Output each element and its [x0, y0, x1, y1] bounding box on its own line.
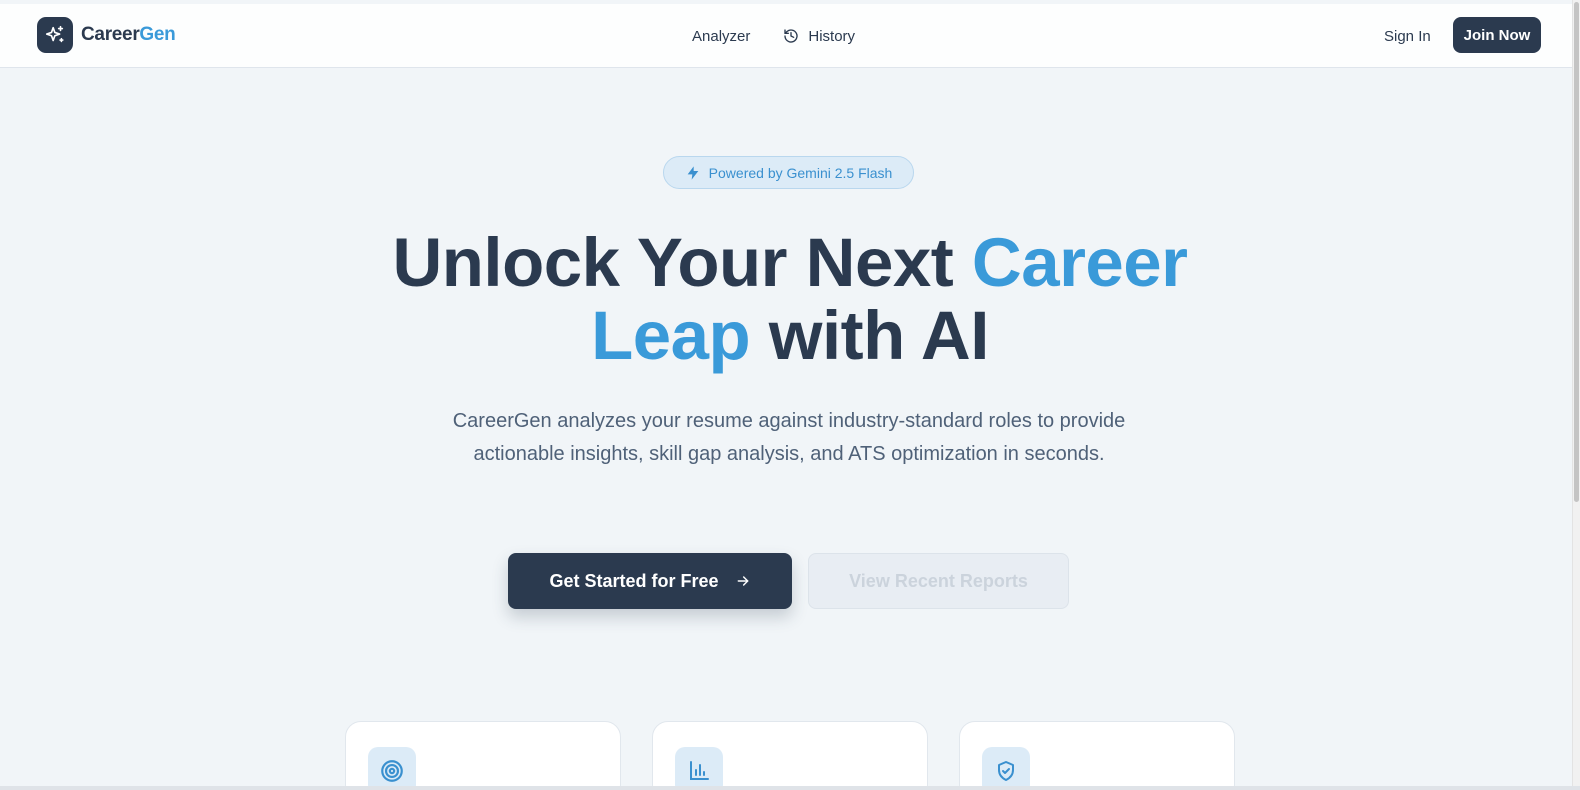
hero-title-text-2: with AI: [750, 297, 990, 374]
powered-by-badge: Powered by Gemini 2.5 Flash: [663, 156, 914, 189]
hero-title-accent-2: Leap: [591, 297, 751, 374]
feature-card: [959, 721, 1235, 790]
main-nav: Analyzer History: [692, 4, 855, 68]
view-recent-reports-button[interactable]: View Recent Reports: [808, 553, 1069, 609]
get-started-label: Get Started for Free: [549, 570, 719, 591]
feature-card: [345, 721, 621, 790]
hero-title-text-1: Unlock Your Next: [392, 224, 972, 301]
bar-chart-icon: [675, 747, 723, 790]
badge-label: Powered by Gemini 2.5 Flash: [708, 164, 893, 181]
shield-check-icon: [982, 747, 1030, 790]
arrow-right-icon: [737, 576, 748, 586]
nav-link-analyzer-label: Analyzer: [692, 27, 751, 45]
get-started-button[interactable]: Get Started for Free: [508, 553, 792, 609]
feature-card: [652, 721, 928, 790]
nav-link-analyzer[interactable]: Analyzer: [692, 28, 750, 45]
nav-link-history[interactable]: History: [783, 28, 855, 45]
sparkles-icon: [37, 17, 73, 53]
lightning-icon: [687, 165, 699, 180]
brand[interactable]: CareerGen: [37, 17, 176, 53]
bottom-edge: [0, 786, 1580, 790]
hero-title: Unlock Your Next Career Leap with AI: [0, 226, 1580, 372]
hero-title-line1: Unlock Your Next Career: [392, 224, 1188, 301]
sign-in-link[interactable]: Sign In: [1384, 4, 1431, 68]
hero-title-line2: Leap with AI: [591, 297, 989, 374]
nav-link-history-label: History: [808, 27, 856, 45]
brand-name-part2: Gen: [139, 24, 176, 45]
hero-subtitle: CareerGen analyzes your resume against i…: [452, 410, 1126, 465]
hero-title-accent-1: Career: [971, 224, 1188, 301]
target-icon: [368, 747, 416, 790]
page-scrollbar[interactable]: [1572, 0, 1580, 790]
brand-name-part1: Career: [81, 24, 140, 45]
join-now-button[interactable]: Join Now: [1453, 17, 1541, 53]
history-icon: [784, 29, 799, 43]
top-navbar: CareerGen Analyzer History Sign In Join …: [0, 4, 1572, 68]
brand-name: CareerGen: [81, 24, 176, 46]
